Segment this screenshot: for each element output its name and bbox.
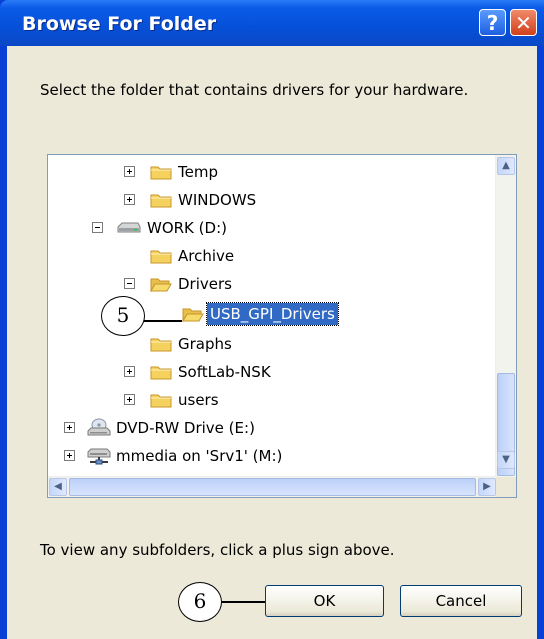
tree-item-label-selected: USB_GPI_Drivers	[206, 302, 339, 326]
tree-item-dvd-drive[interactable]: DVD-RW Drive (E:)	[48, 417, 498, 439]
tree-item-label: Graphs	[178, 335, 232, 353]
cancel-button[interactable]: Cancel	[400, 585, 522, 617]
folder-open-icon	[182, 308, 204, 322]
help-button[interactable]: ?	[479, 9, 506, 36]
folder-icon	[150, 166, 172, 180]
horizontal-scroll-thumb[interactable]	[69, 478, 476, 496]
ok-button[interactable]: OK	[265, 585, 384, 617]
scroll-down-icon[interactable]: ▼	[497, 451, 515, 469]
drive-icon	[117, 222, 141, 233]
expand-icon[interactable]	[124, 366, 135, 377]
tree-item-graphs[interactable]: Graphs	[48, 333, 498, 355]
horizontal-scrollbar[interactable]: ◀ ▶	[48, 476, 498, 497]
tree-item-label: Drivers	[178, 275, 232, 293]
expand-icon[interactable]	[124, 194, 135, 205]
tree-item-network-drive[interactable]: mmedia on 'Srv1' (M:)	[48, 445, 498, 467]
folder-icon	[150, 394, 172, 408]
tree-item-label: Archive	[178, 247, 235, 265]
callout-5-leader	[144, 320, 182, 322]
tree-item-temp[interactable]: Temp	[48, 161, 498, 183]
scrollbar-corner	[496, 477, 516, 497]
window-title: Browse For Folder	[22, 13, 217, 35]
tree-item-users[interactable]: users	[48, 389, 498, 411]
hint-text: To view any subfolders, click a plus sig…	[40, 541, 395, 559]
title-bar[interactable]: Browse For Folder ? ✕	[0, 0, 544, 46]
tree-item-label: DVD-RW Drive (E:)	[116, 419, 255, 437]
folder-icon	[150, 366, 172, 380]
folder-icon	[150, 194, 172, 208]
scroll-up-icon[interactable]: ▲	[497, 157, 515, 175]
folder-open-icon	[150, 278, 172, 292]
tree-item-label: mmedia on 'Srv1' (M:)	[116, 447, 283, 465]
expand-icon[interactable]	[64, 422, 75, 433]
tree-item-label: users	[178, 391, 219, 409]
tree-item-label: WORK (D:)	[147, 219, 227, 237]
tree-item-work-drive[interactable]: WORK (D:)	[48, 217, 498, 239]
collapse-icon[interactable]	[124, 278, 135, 289]
callout-6: 6	[178, 582, 222, 622]
tree-item-drivers[interactable]: Drivers	[48, 273, 498, 295]
tree-item-label: SoftLab-NSK	[178, 363, 271, 381]
tree-item-archive[interactable]: Archive	[48, 245, 498, 267]
instruction-text: Select the folder that contains drivers …	[40, 81, 469, 99]
tree-item-softlab-nsk[interactable]: SoftLab-NSK	[48, 361, 498, 383]
dvd-drive-icon	[87, 418, 111, 436]
collapse-icon[interactable]	[92, 222, 103, 233]
browse-for-folder-dialog: Browse For Folder ? ✕ Select the folder …	[0, 0, 544, 639]
tree-item-label: WINDOWS	[178, 191, 257, 209]
close-button[interactable]: ✕	[510, 9, 537, 36]
expand-icon[interactable]	[124, 394, 135, 405]
scroll-right-icon[interactable]: ▶	[478, 478, 496, 496]
tree-item-label: Temp	[178, 163, 218, 181]
folder-icon	[150, 250, 172, 264]
callout-6-leader	[221, 601, 265, 603]
vertical-scrollbar[interactable]: ▲ ▼	[495, 155, 516, 497]
network-drive-icon	[87, 448, 111, 465]
tree-item-windows[interactable]: WINDOWS	[48, 189, 498, 211]
callout-5: 5	[101, 296, 145, 336]
expand-icon[interactable]	[124, 166, 135, 177]
expand-icon[interactable]	[64, 450, 75, 461]
folder-icon	[150, 338, 172, 352]
scroll-left-icon[interactable]: ◀	[49, 478, 67, 496]
